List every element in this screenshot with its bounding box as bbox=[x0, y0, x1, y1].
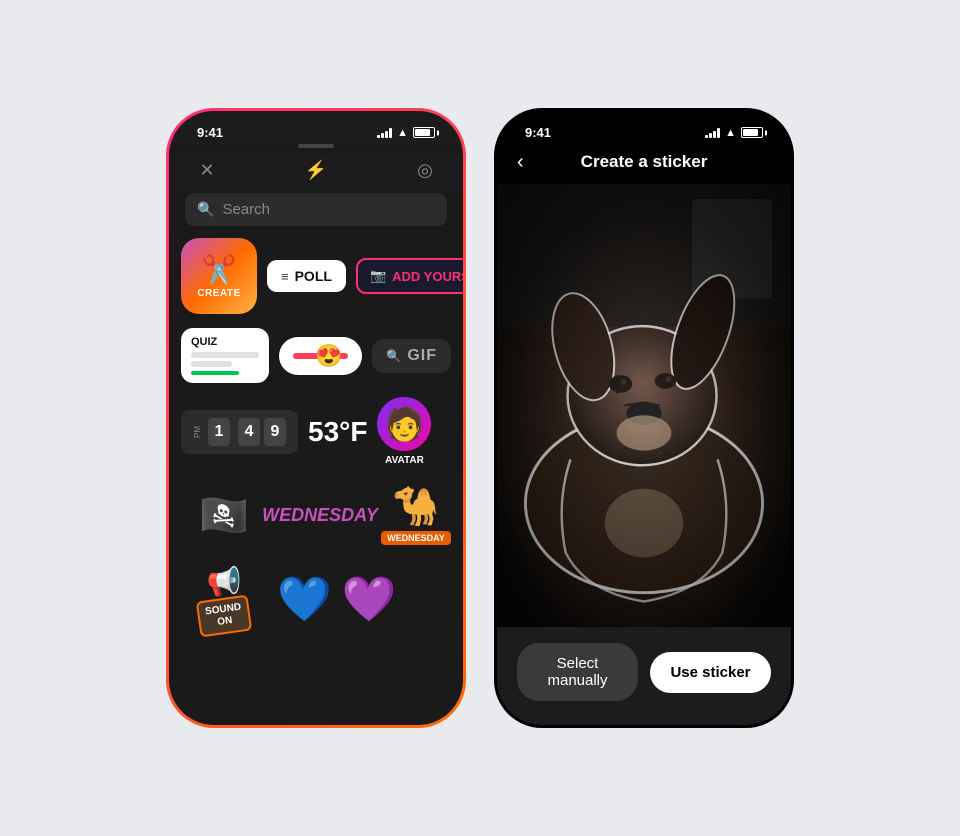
time-phone1: 9:41 bbox=[197, 125, 223, 140]
header-title: Create a sticker bbox=[581, 152, 708, 172]
sticker-preview-area bbox=[497, 184, 791, 627]
slider-track: 😍 bbox=[293, 353, 348, 359]
purple-heart-sticker-button[interactable]: 💜 bbox=[342, 573, 397, 625]
signal-icon-2 bbox=[705, 128, 720, 138]
sheet-handle bbox=[298, 144, 334, 148]
phone-1: 9:41 ▲ ✕ ⚡ ◎ 🔍 Search bbox=[166, 108, 466, 728]
speaker-emoji: 📢 bbox=[207, 565, 242, 598]
temperature-label: 53°F bbox=[308, 416, 367, 447]
battery-icon-2 bbox=[741, 127, 763, 138]
blue-heart-emoji: 💙 bbox=[277, 575, 332, 624]
quiz-progress bbox=[191, 371, 239, 375]
nav-bar-phone1: ✕ ⚡ ◎ bbox=[169, 156, 463, 189]
phone-2: 9:41 ▲ ‹ Create a sticker bbox=[494, 108, 794, 728]
dog-glow-overlay bbox=[497, 184, 791, 627]
search-placeholder: Search bbox=[222, 201, 270, 218]
countdown-sticker-button[interactable]: PM 1 4 9 bbox=[181, 410, 298, 454]
countdown-digit-3: 9 bbox=[264, 418, 286, 446]
add-yours-sticker-button[interactable]: 📷 ADD YOURS bbox=[356, 258, 463, 294]
countdown-digit-2: 4 bbox=[238, 418, 260, 446]
create-sticker-button[interactable]: ✂️ CREATE bbox=[181, 238, 257, 314]
pirate-hat-sticker-button[interactable]: 🏴‍☠️ bbox=[181, 480, 267, 550]
close-icon[interactable]: ✕ bbox=[193, 160, 221, 181]
avatar-sticker-button[interactable]: 🧑 AVATAR bbox=[377, 397, 431, 466]
sticker-row-2: QUIZ 😍 🔍 GIF bbox=[181, 328, 451, 383]
quiz-sticker-button[interactable]: QUIZ bbox=[181, 328, 269, 383]
avatar-circle: 🧑 bbox=[377, 397, 431, 451]
gif-search-icon: 🔍 bbox=[386, 349, 401, 363]
gif-label: GIF bbox=[407, 347, 437, 365]
camel-emoji: 🐪 bbox=[392, 485, 439, 529]
search-icon: 🔍 bbox=[197, 201, 214, 218]
select-manually-button[interactable]: Select manually bbox=[517, 643, 638, 701]
slider-emoji: 😍 bbox=[315, 343, 342, 369]
wednesday-text-sticker-button[interactable]: WEDNESDAY bbox=[277, 480, 363, 550]
sticker-row-4: 🏴‍☠️ WEDNESDAY 🐪 WEDNESDAY bbox=[181, 480, 451, 550]
poll-label: POLL bbox=[295, 268, 332, 284]
purple-heart-emoji: 💜 bbox=[342, 575, 397, 624]
signal-icon bbox=[377, 128, 392, 138]
sticker-row-5: 📢 SOUNDON 💙 💜 bbox=[181, 564, 451, 634]
add-yours-label: ADD YOURS bbox=[392, 269, 463, 284]
status-bar-phone1: 9:41 ▲ bbox=[169, 111, 463, 144]
create-sticker-header: ‹ Create a sticker bbox=[497, 144, 791, 184]
sticker-row-1: ✂️ CREATE ≡ POLL 📷 ADD YOURS bbox=[181, 238, 451, 314]
bottom-buttons: Select manually Use sticker bbox=[497, 627, 791, 725]
poll-sticker-button[interactable]: ≡ POLL bbox=[267, 260, 346, 292]
sound-on-label: SOUNDON bbox=[196, 594, 253, 637]
countdown-digit-1: 1 bbox=[208, 418, 230, 446]
back-button[interactable]: ‹ bbox=[517, 151, 524, 174]
sound-on-sticker-button[interactable]: 📢 SOUNDON bbox=[181, 564, 267, 634]
sticker-grid: ✂️ CREATE ≡ POLL 📷 ADD YOURS QUIZ bbox=[169, 238, 463, 725]
countdown-pm-label: PM bbox=[193, 426, 202, 438]
gif-sticker-button[interactable]: 🔍 GIF bbox=[372, 339, 451, 373]
quiz-line-1 bbox=[191, 352, 259, 358]
poll-icon: ≡ bbox=[281, 269, 289, 284]
use-sticker-button[interactable]: Use sticker bbox=[650, 652, 771, 693]
quiz-line-2 bbox=[191, 361, 232, 367]
status-icons-phone2: ▲ bbox=[705, 127, 763, 139]
time-phone2: 9:41 bbox=[525, 125, 551, 140]
scissors-icon: ✂️ bbox=[202, 253, 237, 286]
camel-wednesday-label: WEDNESDAY bbox=[381, 531, 451, 545]
avatar-label: AVATAR bbox=[385, 455, 424, 466]
search-bar[interactable]: 🔍 Search bbox=[185, 193, 447, 226]
flash-icon[interactable]: ⚡ bbox=[302, 160, 330, 181]
wifi-icon: ▲ bbox=[397, 127, 408, 139]
blue-heart-sticker-button[interactable]: 💙 bbox=[277, 573, 332, 625]
status-icons-phone1: ▲ bbox=[377, 127, 435, 139]
wifi-icon-2: ▲ bbox=[725, 127, 736, 139]
avatar-emoji: 🧑 bbox=[385, 405, 425, 443]
battery-icon bbox=[413, 127, 435, 138]
camel-wednesday-sticker-button[interactable]: 🐪 WEDNESDAY bbox=[373, 480, 459, 550]
dog-photo-background bbox=[497, 184, 791, 627]
wednesday-text-label: WEDNESDAY bbox=[262, 505, 378, 526]
quiz-label: QUIZ bbox=[191, 336, 259, 348]
emoji-slider-sticker-button[interactable]: 😍 bbox=[279, 337, 362, 375]
settings-icon[interactable]: ◎ bbox=[411, 160, 439, 181]
camera-icon: 📷 bbox=[370, 268, 386, 284]
create-label: CREATE bbox=[197, 288, 240, 299]
status-bar-phone2: 9:41 ▲ bbox=[497, 111, 791, 144]
phones-container: 9:41 ▲ ✕ ⚡ ◎ 🔍 Search bbox=[166, 108, 794, 728]
sticker-row-3: PM 1 4 9 53°F 🧑 AVATAR bbox=[181, 397, 451, 466]
temperature-sticker-button[interactable]: 53°F bbox=[308, 416, 367, 448]
